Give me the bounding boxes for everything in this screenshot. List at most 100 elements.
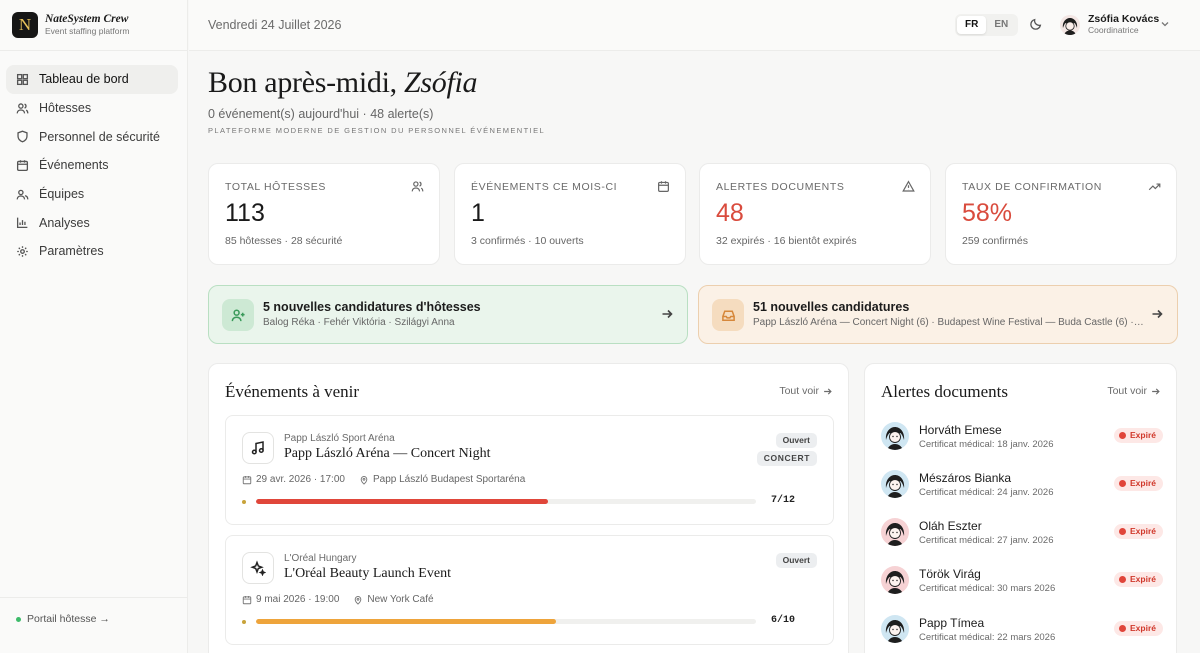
event-title: Papp László Aréna — Concert Night [284,446,491,461]
expired-dot-icon [1119,625,1126,632]
arrow-right-icon [824,387,832,395]
lang-en-button[interactable]: EN [986,16,1016,34]
sidebar-footer-divider [0,597,187,598]
stat-label: Événements ce mois-ci [471,181,618,193]
team-icon [16,189,29,200]
stat-card-hostesses[interactable]: Total hôtesses 113 85 hôtesses · 28 sécu… [208,163,440,265]
chevron-down-icon[interactable] [1160,19,1170,29]
view-all-label: Tout voir [779,385,819,397]
alert-document: Certificat médical: 30 mars 2026 [919,583,1056,594]
view-all-alerts-link[interactable]: Tout voir [1107,385,1160,397]
panel-title: Alertes documents [881,382,1008,401]
event-location: New York Café [367,594,434,605]
new-applications-banner[interactable]: 51 nouvelles candidatures Papp László Ar… [698,285,1178,344]
alert-document: Certificat médical: 22 mars 2026 [919,632,1056,643]
sidebar-item-hostesses[interactable]: Hôtesses [6,94,178,123]
alert-person-name: Papp Tímea [919,616,985,630]
expired-badge-label: Expiré [1130,478,1156,488]
warning-icon [902,180,915,192]
alert-row[interactable]: Török Virág Certificat médical: 30 mars 2… [881,566,1163,614]
topbar: Vendredi 24 Juillet 2026 FR EN Zsófia Ko… [189,0,1200,51]
stat-label: Taux de confirmation [962,181,1102,193]
event-icon-wrap [242,552,274,584]
alert-document: Certificat médical: 27 janv. 2026 [919,535,1054,546]
event-location: Papp László Budapest Sportaréna [372,474,526,485]
alert-row[interactable]: Horváth Emese Certificat médical: 18 janv… [881,422,1163,470]
moon-icon[interactable] [1029,17,1043,31]
event-venue: Papp László Sport Aréna [284,433,395,444]
event-card[interactable]: L'Oréal Hungary L'Oréal Beauty Launch Ev… [225,535,834,645]
calendar-icon [242,595,252,604]
expired-dot-icon [1119,480,1126,487]
stat-card-events[interactable]: Événements ce mois-ci 1 3 confirmés · 10… [454,163,686,265]
view-all-label: Tout voir [1107,385,1147,397]
daily-summary: 0 événement(s) aujourd'hui · 48 alerte(s… [208,107,434,121]
staffing-progress-fill [256,499,548,504]
event-meta: 29 avr. 2026 · 17:00 Papp László Budapes… [242,474,525,485]
banner-title: 51 nouvelles candidatures [753,300,910,314]
view-all-events-link[interactable]: Tout voir [779,385,832,397]
stat-value: 58% [962,199,1013,227]
sidebar-item-settings[interactable]: Paramètres [6,237,178,266]
alert-person-name: Török Virág [919,567,981,581]
user-menu[interactable]: Zsófia Kovács Coordinatrice [1060,13,1159,36]
banner-subtitle: Papp László Aréna — Concert Night (6) · … [753,317,1145,328]
expired-badge-label: Expiré [1130,526,1156,536]
status-badge: Ouvert [775,553,817,568]
trending-up-icon [1148,183,1161,191]
alert-row[interactable]: Mészáros Bianka Certificat médical: 24 ja… [881,470,1163,518]
stat-value: 113 [225,199,265,227]
arrow-right-icon [662,309,673,319]
sidebar-item-label: Équipes [39,187,85,202]
online-dot-icon [16,616,21,622]
alert-person-name: Oláh Eszter [919,519,982,533]
brand-logo: N [12,12,38,38]
panel-title: Événements à venir [225,382,360,401]
stat-value: 48 [716,199,744,227]
brand-tagline: Event staffing platform [45,26,130,36]
lang-fr-button[interactable]: FR [957,16,987,34]
event-datetime: 9 mai 2026 · 19:00 [256,594,340,605]
alert-person-name: Mészáros Bianka [919,471,1012,485]
stat-footnote: 85 hôtesses · 28 sécurité [225,235,343,247]
expired-badge: Expiré [1114,476,1163,491]
sidebar-item-label: Hôtesses [39,101,92,116]
hostess-portal-link[interactable]: Portail hôtesse → [16,613,110,625]
expired-badge: Expiré [1114,621,1163,636]
status-dot-icon [242,500,246,504]
sidebar: N NateSystem Crew Event staffing platfor… [0,0,188,653]
sidebar-item-events[interactable]: Événements [6,151,178,180]
dashboard-icon [16,73,29,85]
event-card[interactable]: Papp László Sport Aréna Papp László Arén… [225,415,834,525]
user-plus-icon [231,309,245,321]
category-badge: CONCERT [756,451,817,466]
sidebar-item-teams[interactable]: Équipes [6,180,178,209]
new-hostess-applications-banner[interactable]: 5 nouvelles candidatures d'hôtesses Balo… [208,285,688,344]
stat-card-document-alerts[interactable]: Alertes documents 48 32 expirés · 16 bie… [699,163,931,265]
music-note-icon [251,441,264,455]
map-pin-icon [360,475,368,485]
expired-dot-icon [1119,432,1126,439]
user-role: Coordinatrice [1088,25,1139,35]
expired-badge: Expiré [1114,524,1163,539]
greeting-text: Bon après-midi, [208,66,397,99]
stat-card-confirmation-rate[interactable]: Taux de confirmation 58% 259 confirmés [945,163,1177,265]
alert-row[interactable]: Papp Tímea Certificat médical: 22 mars 20… [881,615,1163,653]
sidebar-item-label: Personnel de sécurité [39,129,160,144]
staffing-progress-bar [256,499,756,504]
brand[interactable]: N NateSystem Crew Event staffing platfor… [12,12,129,38]
banner-title: 5 nouvelles candidatures d'hôtesses [263,300,481,314]
expired-badge-label: Expiré [1130,623,1156,633]
sidebar-item-dashboard[interactable]: Tableau de bord [6,65,178,94]
map-pin-icon [355,595,362,605]
brand-name: NateSystem Crew [45,13,129,25]
arrow-right-icon [1152,387,1160,395]
page-title: Bon après-midi, Zsófia [208,66,478,100]
sidebar-item-analytics[interactable]: Analyses [6,208,178,237]
upcoming-events-panel: Événements à venir Tout voir Papp László… [208,363,849,653]
alert-row[interactable]: Oláh Eszter Certificat médical: 27 janv. … [881,518,1163,566]
gear-icon [17,246,28,257]
sidebar-item-security[interactable]: Personnel de sécurité [6,122,178,151]
calendar-icon [658,181,669,192]
staffing-count: 7/12 [770,495,795,506]
